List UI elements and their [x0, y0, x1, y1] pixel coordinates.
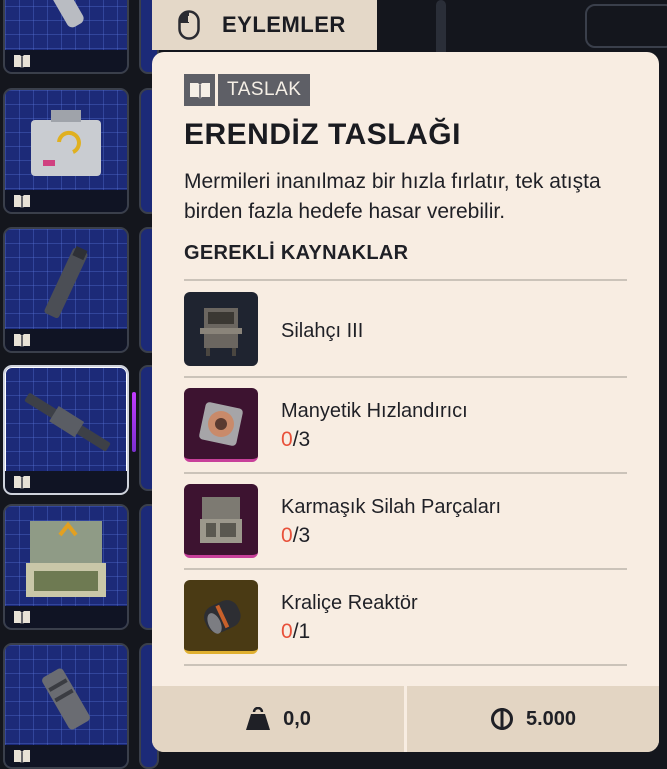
price-stat: 5.000 [407, 686, 659, 752]
book-icon [184, 74, 215, 106]
weight-stat: 0,0 [152, 686, 404, 752]
weight-icon [246, 707, 271, 730]
blueprint-marker [5, 471, 127, 493]
inventory-slot[interactable] [3, 227, 129, 353]
owned-count: 0 [281, 620, 293, 643]
requirement-name: Silahçı III [281, 320, 364, 342]
requirement-count: 0/3 [281, 524, 310, 548]
item-description: Mermileri inanılmaz bir hızla fırlatır, … [184, 170, 601, 223]
requirement-name: Karmaşık Silah Parçaları [281, 496, 502, 518]
muzzle-item-icon [26, 659, 106, 743]
canister-item-icon [36, 0, 96, 38]
workbench-icon [184, 292, 258, 366]
requirement-name: Kraliçe Reaktör [281, 592, 418, 614]
owned-count: 0 [281, 428, 293, 451]
book-icon [14, 55, 30, 68]
coin-icon [490, 708, 513, 730]
requirement-row[interactable]: Manyetik Hızlandırıcı 0/3 [184, 378, 627, 472]
requirement-row[interactable]: Karmaşık Silah Parçaları 0/3 [184, 474, 627, 568]
book-icon [14, 476, 30, 489]
weapon-parts-icon [184, 484, 258, 558]
owned-count: 0 [281, 524, 293, 547]
item-tooltip: TASLAK ERENDİZ TASLAĞI Mermileri inanılm… [152, 52, 659, 752]
side-panel-frame [585, 4, 667, 48]
blueprint-badge: TASLAK [184, 74, 311, 106]
blueprint-marker [5, 50, 127, 72]
price-value: 5.000 [525, 707, 577, 730]
needed-count: /3 [292, 428, 311, 451]
blueprint-marker [5, 190, 127, 212]
inventory-slot[interactable] [3, 643, 129, 769]
item-stats-footer: 0,0 5.000 [152, 686, 659, 752]
inventory-slot[interactable] [3, 504, 129, 630]
item-title: ERENDİZ TASLAĞI [184, 118, 461, 151]
divider [184, 279, 627, 281]
reactor-icon [184, 580, 258, 654]
book-icon [14, 334, 30, 347]
book-icon [14, 750, 30, 763]
weight-value: 0,0 [283, 707, 311, 730]
requirement-count: 0/1 [281, 620, 310, 644]
ammo-case-item-icon [16, 515, 116, 609]
needed-count: /1 [292, 620, 311, 643]
coil-icon [184, 388, 258, 462]
mouse-icon [178, 10, 200, 40]
requirement-count: 0/3 [281, 428, 310, 452]
book-icon [14, 195, 30, 208]
requirement-row[interactable]: Silahçı III [184, 282, 627, 376]
needed-count: /3 [292, 524, 311, 547]
required-resources-header: GEREKLİ KAYNAKLAR [184, 242, 409, 264]
crate-item-icon [21, 104, 111, 188]
divider [184, 664, 627, 666]
requirement-row[interactable]: Kraliçe Reaktör 0/1 [184, 570, 627, 664]
requirement-name: Manyetik Hızlandırıcı [281, 400, 468, 422]
inventory-slot[interactable] [3, 88, 129, 214]
blueprint-marker [5, 745, 127, 767]
selection-glow [132, 392, 136, 452]
scrollbar[interactable] [436, 0, 446, 60]
blueprint-marker [5, 329, 127, 351]
badge-label: TASLAK [218, 74, 311, 106]
inventory-slot[interactable] [3, 0, 129, 74]
barrel-item-icon [26, 243, 106, 327]
book-icon [14, 611, 30, 624]
blueprint-marker [5, 606, 127, 628]
actions-tab-label: EYLEMLER [222, 12, 346, 37]
railgun-item-icon [11, 383, 121, 467]
actions-tab[interactable]: EYLEMLER [152, 0, 377, 50]
inventory-slot-selected[interactable] [3, 365, 129, 495]
